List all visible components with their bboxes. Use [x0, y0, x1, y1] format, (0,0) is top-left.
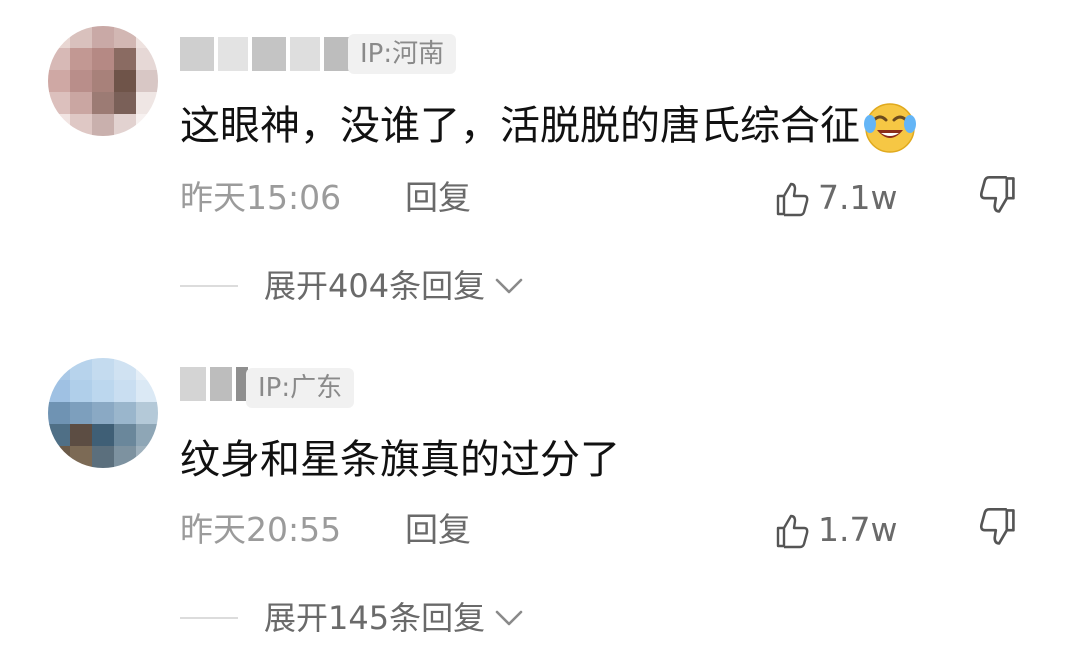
- like-button[interactable]: 1.7w: [772, 508, 897, 552]
- divider-line: [180, 285, 238, 287]
- avatar-mosaic: [48, 26, 158, 136]
- comment-time: 昨天15:06: [180, 178, 342, 217]
- expand-replies-label: 展开404条回复: [264, 267, 486, 305]
- username-blurred[interactable]: [180, 366, 248, 402]
- comment-time: 昨天20:55: [180, 510, 342, 549]
- comment-text: 这眼神，没谁了，活脱脱的唐氏综合征: [180, 96, 918, 156]
- like-count: 7.1w: [818, 178, 898, 217]
- avatar[interactable]: [48, 358, 158, 468]
- thumbs-down-icon[interactable]: [976, 174, 1020, 218]
- chevron-down-icon: [495, 610, 523, 626]
- expand-replies-label: 展开145条回复: [264, 599, 486, 637]
- thumbs-up-icon: [776, 514, 809, 549]
- like-count: 1.7w: [818, 510, 898, 549]
- crying-laughing-emoji-icon: [864, 103, 916, 153]
- divider-line: [180, 617, 238, 619]
- thumbs-down-icon[interactable]: [976, 506, 1020, 550]
- comment-text: 纹身和星条旗真的过分了: [180, 430, 620, 490]
- avatar-mosaic: [48, 358, 158, 468]
- ip-location-badge: IP:河南: [348, 34, 457, 74]
- reply-button[interactable]: 回复: [405, 176, 471, 220]
- like-button[interactable]: 7.1w: [772, 176, 897, 220]
- thumbs-up-icon: [776, 182, 809, 217]
- avatar[interactable]: [48, 26, 158, 136]
- chevron-down-icon: [495, 278, 523, 294]
- reply-button[interactable]: 回复: [405, 508, 471, 552]
- expand-replies-button[interactable]: 展开145条回复: [180, 596, 527, 640]
- ip-location-badge: IP:广东: [246, 368, 355, 408]
- comment-text-content: 纹身和星条旗真的过分了: [180, 437, 620, 483]
- expand-replies-button[interactable]: 展开404条回复: [180, 264, 527, 308]
- comment-text-content: 这眼神，没谁了，活脱脱的唐氏综合征: [180, 103, 860, 149]
